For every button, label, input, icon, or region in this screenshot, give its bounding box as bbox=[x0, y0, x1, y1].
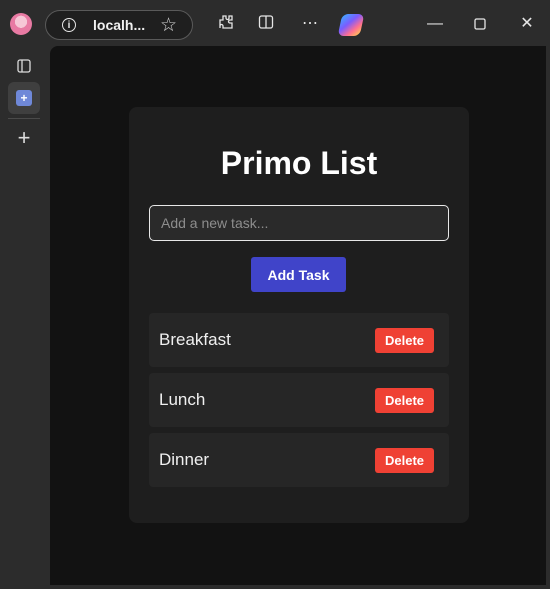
maximize-icon[interactable] bbox=[468, 12, 492, 36]
address-bar[interactable]: i localh... ☆ bbox=[45, 10, 193, 40]
tab-favicon: + bbox=[16, 90, 32, 106]
vertical-tab-sidebar: + + bbox=[0, 50, 50, 589]
delete-button[interactable]: Delete bbox=[375, 328, 434, 353]
new-tab-icon[interactable]: + bbox=[8, 122, 40, 154]
browser-window: i localh... ☆ ⋯ — ✕ + + Primo List Add a… bbox=[0, 0, 550, 589]
close-icon[interactable]: ✕ bbox=[515, 12, 539, 36]
url-text[interactable]: localh... bbox=[93, 17, 145, 33]
add-task-button[interactable]: Add Task bbox=[251, 257, 346, 292]
page-viewport: Primo List Add Task Breakfast Delete Lun… bbox=[50, 46, 546, 585]
task-input[interactable] bbox=[149, 205, 449, 241]
split-screen-icon[interactable] bbox=[255, 13, 277, 35]
task-label: Breakfast bbox=[159, 330, 231, 349]
tab-actions-icon[interactable] bbox=[8, 50, 40, 82]
info-icon[interactable]: i bbox=[62, 18, 76, 32]
task-label: Lunch bbox=[159, 390, 206, 409]
extensions-icon[interactable] bbox=[215, 13, 237, 35]
page-title: Primo List bbox=[220, 145, 378, 181]
copilot-icon[interactable] bbox=[337, 14, 365, 36]
delete-button[interactable]: Delete bbox=[375, 448, 434, 473]
tab-localhost[interactable]: + bbox=[8, 82, 40, 114]
minimize-icon[interactable]: — bbox=[423, 12, 447, 36]
more-icon[interactable]: ⋯ bbox=[299, 13, 321, 35]
task-list: Breakfast Delete Lunch Delete Dinner Del… bbox=[149, 313, 449, 493]
star-icon[interactable]: ☆ bbox=[160, 14, 177, 37]
sidebar-divider bbox=[8, 118, 40, 119]
delete-button[interactable]: Delete bbox=[375, 388, 434, 413]
profile-avatar[interactable] bbox=[10, 13, 32, 35]
task-item: Lunch Delete bbox=[149, 373, 449, 427]
task-label: Dinner bbox=[159, 450, 210, 469]
todo-card: Primo List Add Task Breakfast Delete Lun… bbox=[129, 107, 469, 523]
task-item: Dinner Delete bbox=[149, 433, 449, 487]
task-item: Breakfast Delete bbox=[149, 313, 449, 367]
title-bar: i localh... ☆ ⋯ — ✕ bbox=[0, 0, 550, 50]
